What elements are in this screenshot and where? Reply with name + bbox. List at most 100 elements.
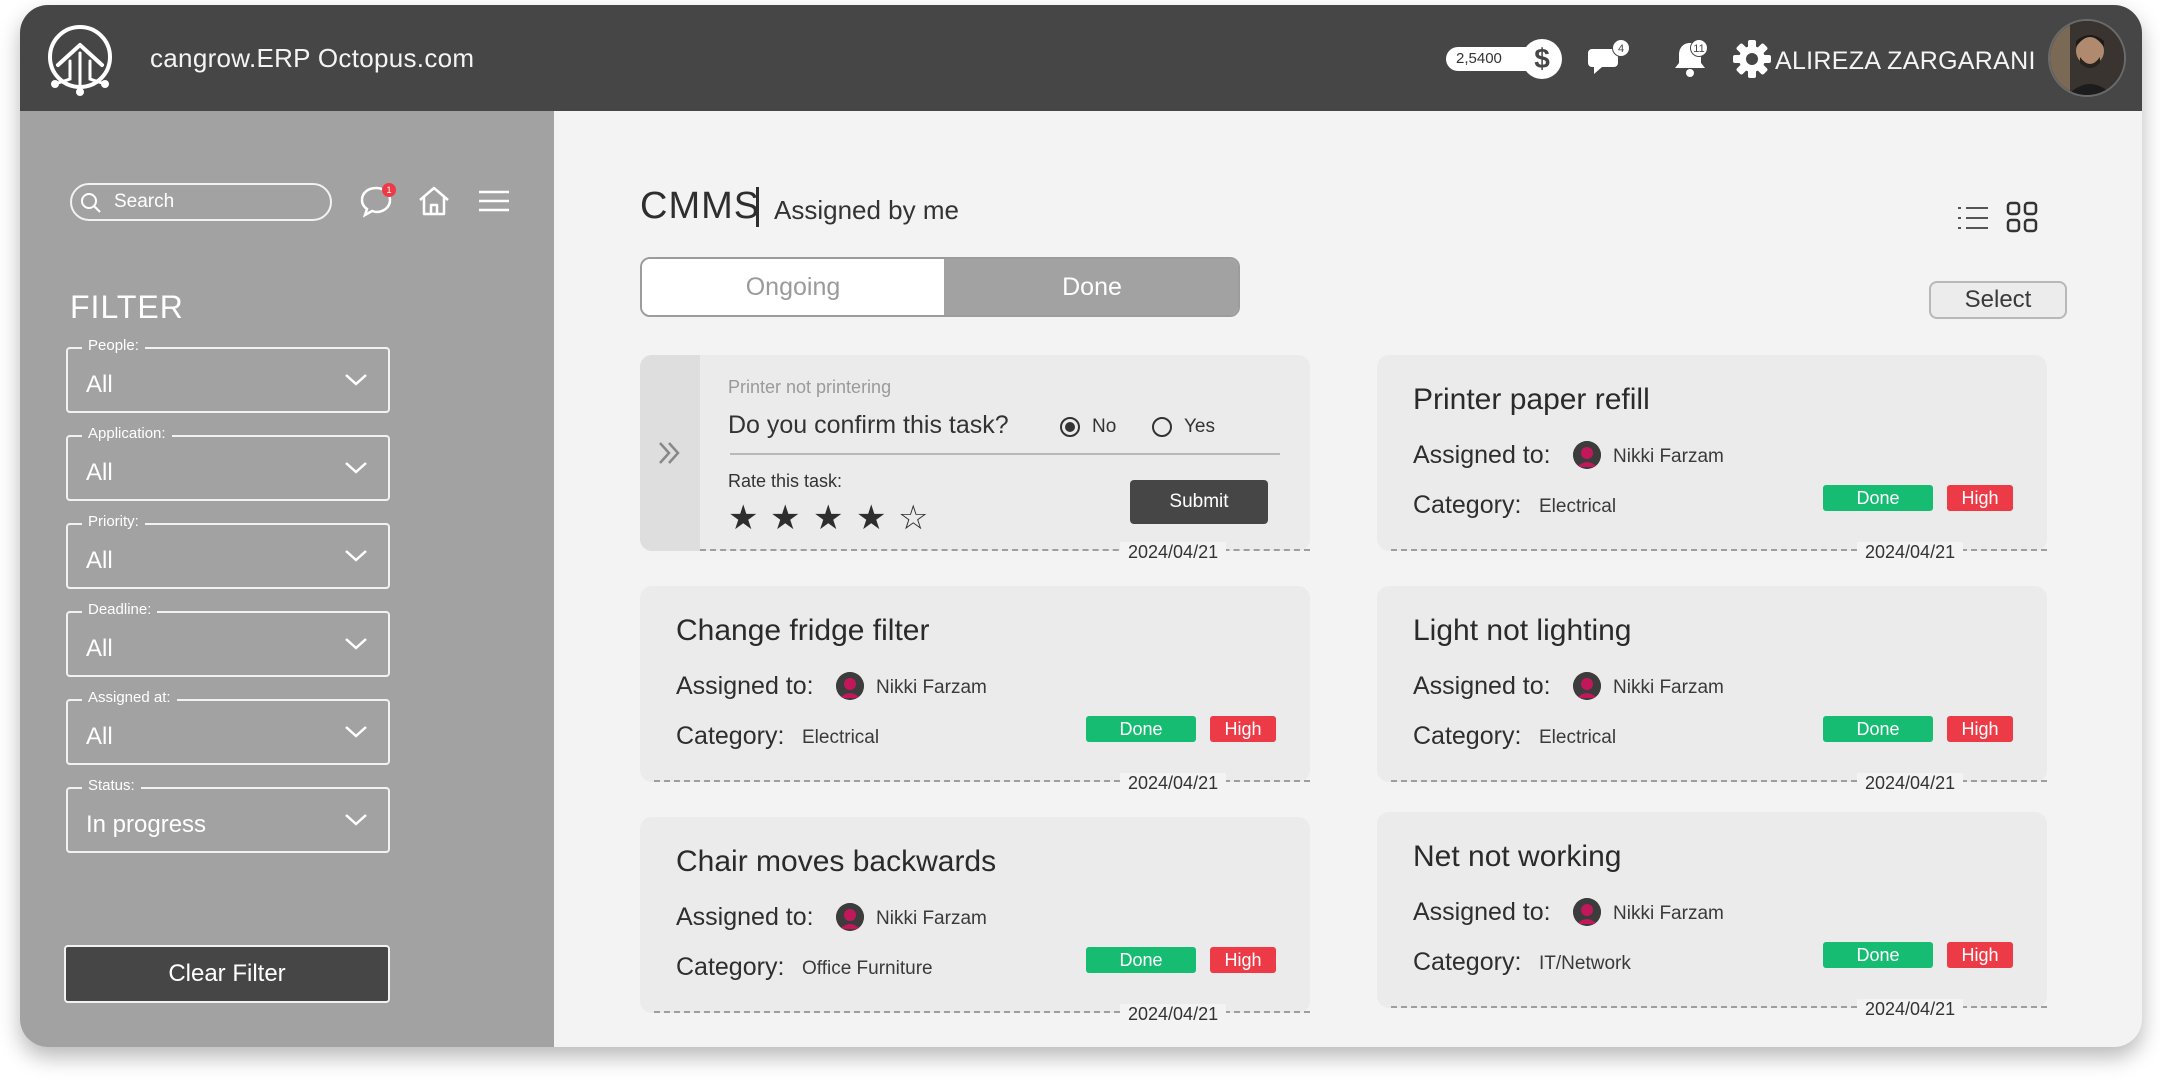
radio-no[interactable]: [1060, 417, 1080, 437]
person-icon: [1573, 898, 1601, 926]
select-button[interactable]: Select: [1929, 281, 2067, 319]
chevron-down-icon: [345, 550, 367, 562]
filter-priority[interactable]: Priority: All: [66, 513, 390, 589]
filter-label: Status:: [82, 777, 141, 794]
filter-application[interactable]: Application: All: [66, 425, 390, 501]
hamburger-menu-icon[interactable]: [476, 183, 512, 219]
rate-label: Rate this task:: [728, 471, 843, 491]
task-card[interactable]: Chair moves backwards Assigned to: Nikki…: [640, 817, 1310, 1025]
grid-view-icon[interactable]: [2006, 201, 2038, 233]
filter-deadline[interactable]: Deadline: All: [66, 601, 390, 677]
filter-status[interactable]: Status: In progress: [66, 777, 390, 853]
star-icon[interactable]: ★: [770, 501, 800, 535]
category-label: Category:: [1413, 722, 1522, 750]
person-icon: [836, 672, 864, 700]
category-value: Electrical: [1539, 496, 1617, 517]
filter-label: Application:: [82, 425, 172, 442]
filter-label: Assigned at:: [82, 689, 177, 706]
page-subtitle: Assigned by me: [774, 195, 959, 225]
clear-filter-button[interactable]: Clear Filter: [64, 945, 390, 1003]
card-date: 2024/04/21: [1857, 773, 1964, 794]
octopus-logo-icon[interactable]: [40, 17, 120, 99]
task-card[interactable]: Change fridge filter Assigned to: Nikki …: [640, 586, 1310, 794]
assigned-label: Assigned to:: [1413, 672, 1551, 700]
assignee-name: Nikki Farzam: [876, 908, 987, 929]
assignee-avatar: [1573, 898, 1601, 926]
assigned-label: Assigned to:: [676, 903, 814, 931]
radio-no-label: No: [1092, 416, 1117, 437]
submit-button[interactable]: Submit: [1130, 480, 1268, 524]
chevron-down-icon: [345, 726, 367, 738]
double-chevron-right-icon: [659, 442, 680, 464]
category-value: Electrical: [802, 727, 880, 748]
category-value: IT/Network: [1539, 953, 1631, 974]
assignee-name: Nikki Farzam: [1613, 677, 1724, 698]
assigned-label: Assigned to:: [676, 672, 814, 700]
search-input[interactable]: Search: [70, 183, 332, 221]
user-photo-icon: [2050, 21, 2124, 95]
radio-yes-label: Yes: [1184, 416, 1215, 437]
task-title: Light not lighting: [1413, 614, 1632, 647]
assignee-avatar: [836, 672, 864, 700]
filter-assigned-at[interactable]: Assigned at: All: [66, 689, 390, 765]
category-label: Category:: [1413, 491, 1522, 519]
gear-icon[interactable]: [1730, 37, 1774, 81]
filter-sidebar: Search 1 FILTER People: All Application:…: [20, 111, 554, 1047]
chevron-down-icon: [345, 814, 367, 826]
card-date: 2024/04/21: [1120, 542, 1227, 563]
confirm-question: Do you confirm this task?: [728, 411, 1009, 439]
dollar-icon[interactable]: $: [1522, 39, 1562, 79]
assigned-label: Assigned to:: [1413, 441, 1551, 469]
task-card[interactable]: Light not lighting Assigned to: Nikki Fa…: [1377, 586, 2047, 794]
category-value: Electrical: [1539, 727, 1617, 748]
priority-badge: High: [1210, 947, 1276, 973]
user-avatar[interactable]: [2048, 19, 2126, 97]
filter-value: In progress: [86, 811, 207, 838]
home-icon[interactable]: [416, 183, 452, 219]
messages-badge: 4: [1612, 39, 1630, 57]
star-icon[interactable]: ★: [856, 501, 886, 535]
title-divider: [756, 187, 759, 227]
star-icon[interactable]: ★: [728, 501, 758, 535]
status-badge: Done: [1823, 485, 1933, 511]
person-icon: [836, 903, 864, 931]
assignee-avatar: [1573, 672, 1601, 700]
assignee-name: Nikki Farzam: [1613, 446, 1724, 467]
category-value: Office Furniture: [802, 958, 933, 979]
filter-title: FILTER: [70, 289, 184, 325]
filter-label: Priority:: [82, 513, 145, 530]
divider: [730, 453, 1280, 455]
star-outline-icon[interactable]: ☆: [898, 501, 928, 535]
notifications-badge: 11: [1690, 39, 1708, 57]
confirm-task-name: Printer not printering: [728, 377, 892, 397]
filter-people[interactable]: People: All: [66, 337, 390, 413]
category-label: Category:: [676, 722, 785, 750]
tab-done[interactable]: Done: [944, 259, 1238, 315]
chevron-down-icon: [345, 462, 367, 474]
assignee-avatar: [836, 903, 864, 931]
expand-handle[interactable]: [640, 355, 700, 551]
app-window: cangrow.ERP Octopus.com 2,5400 $ 4 11 AL…: [20, 5, 2142, 1047]
assigned-label: Assigned to:: [1413, 898, 1551, 926]
card-date: 2024/04/21: [1857, 542, 1964, 563]
status-badge: Done: [1823, 716, 1933, 742]
filter-label: People:: [82, 337, 145, 354]
category-label: Category:: [676, 953, 785, 981]
tab-ongoing[interactable]: Ongoing: [642, 259, 944, 315]
filter-label: Deadline:: [82, 601, 158, 618]
filter-value: All: [86, 635, 113, 662]
chat-badge: 1: [382, 183, 396, 197]
filter-value: All: [86, 371, 113, 398]
user-name[interactable]: ALIREZA ZARGARANI: [1775, 47, 2036, 76]
assignee-name: Nikki Farzam: [876, 677, 987, 698]
search-icon: [81, 193, 101, 213]
task-title: Chair moves backwards: [676, 845, 997, 878]
list-view-icon[interactable]: [1956, 204, 1990, 232]
radio-yes[interactable]: [1152, 417, 1172, 437]
task-title: Net not working: [1413, 840, 1622, 873]
star-icon[interactable]: ★: [813, 501, 843, 535]
assignee-name: Nikki Farzam: [1613, 903, 1724, 924]
task-title: Printer paper refill: [1413, 383, 1650, 416]
task-card[interactable]: Printer paper refill Assigned to: Nikki …: [1377, 355, 2047, 563]
task-card[interactable]: Net not working Assigned to: Nikki Farza…: [1377, 812, 2047, 1020]
